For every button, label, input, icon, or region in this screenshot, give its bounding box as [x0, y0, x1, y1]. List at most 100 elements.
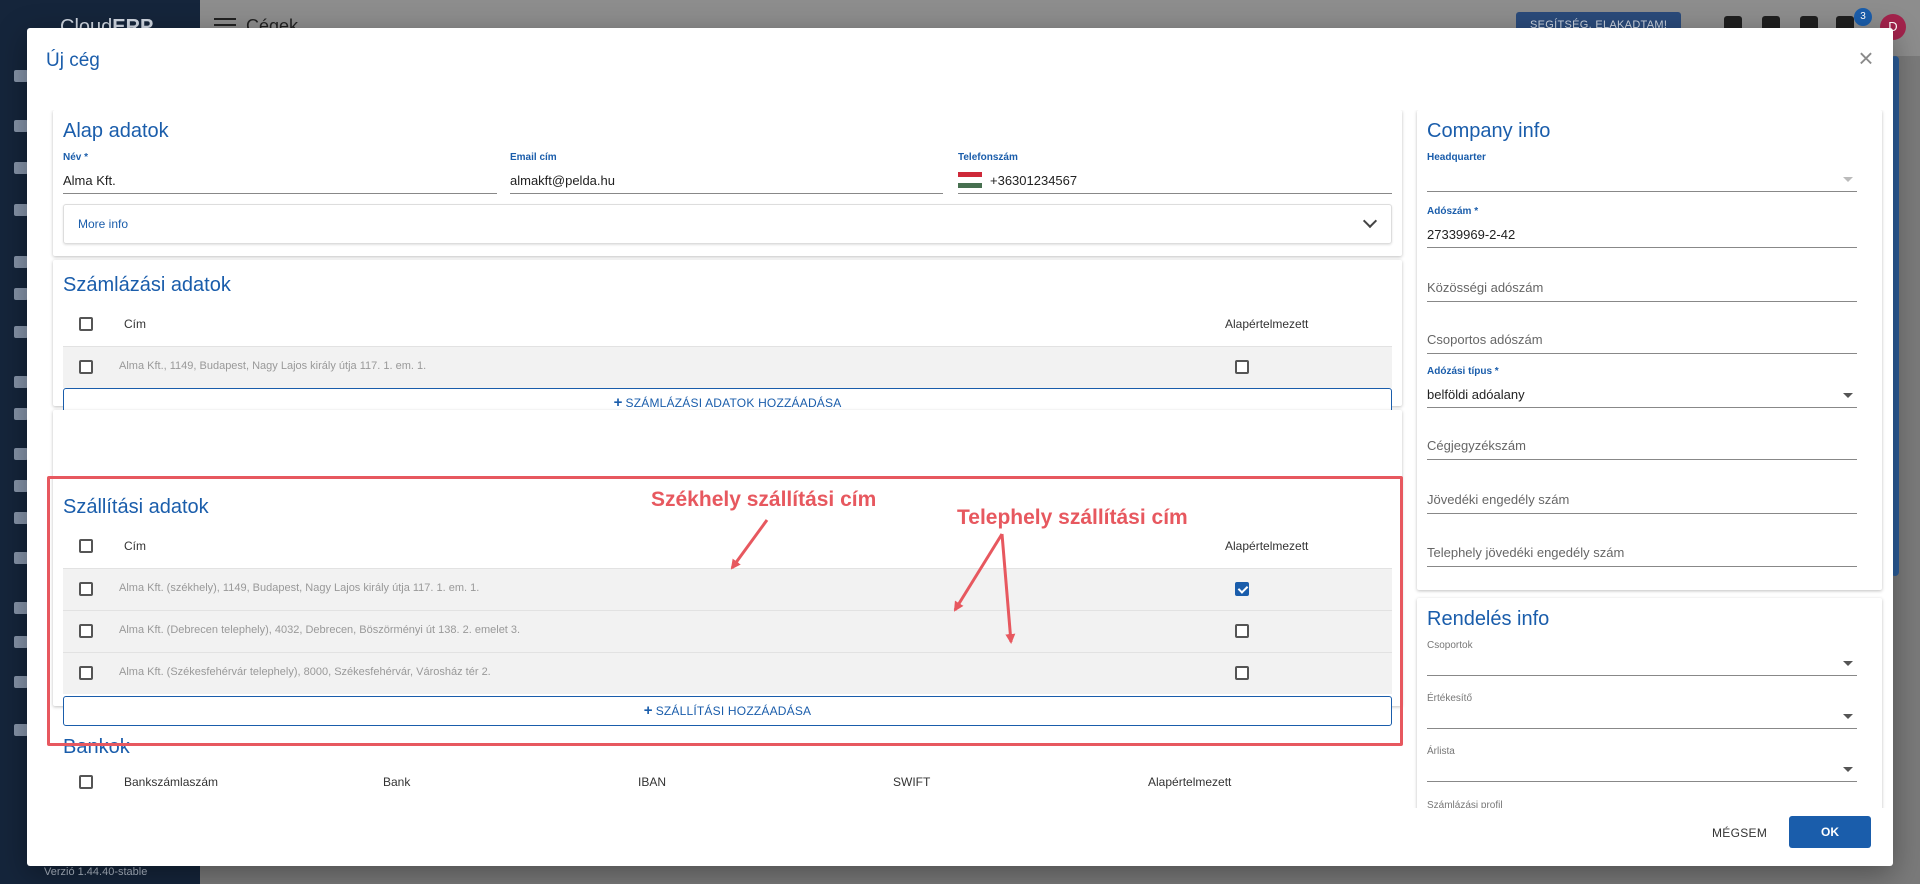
table-row[interactable]: Alma Kft. (Székesfehérvár telephely), 80… [63, 652, 1392, 694]
site-excise-placeholder: Telephely jövedéki engedély szám [1427, 545, 1625, 560]
billing-table-header: Cím Alapértelmezett [63, 302, 1392, 346]
company-reg-placeholder: Cégjegyzékszám [1427, 438, 1526, 453]
shipping-address-text: Alma Kft. (Székesfehérvár telephely), 80… [119, 666, 491, 678]
add-shipping-button[interactable]: + SZÁLLÍTÁSI HOZZÁADÁSA [63, 696, 1392, 726]
hungary-flag-icon[interactable] [958, 172, 982, 188]
billing-profile-select[interactable]: Számlázási profil [1427, 800, 1857, 808]
dropdown-arrow-icon [1843, 177, 1853, 182]
company-info-title: Company info [1427, 120, 1551, 142]
billing-card: Számlázási adatok Cím Alapértelmezett Al… [53, 260, 1402, 418]
users-icon[interactable] [14, 408, 28, 420]
groups-select[interactable]: Csoportok [1427, 640, 1857, 676]
order-info-card: Rendelés info Csoportok Értékesítő Árlis… [1417, 598, 1882, 808]
banks-col-iban: IBAN [638, 775, 667, 789]
group-tax-placeholder: Csoportos adószám [1427, 332, 1543, 347]
tax-number-field[interactable]: Adószám * 27339969-2-42 [1427, 206, 1857, 248]
company-reg-field[interactable]: Cégjegyzékszám [1427, 428, 1857, 460]
dashboard-icon[interactable] [14, 70, 28, 82]
default-checkbox[interactable] [1235, 624, 1249, 638]
email-field[interactable]: Email cím almakft@pelda.hu [510, 152, 943, 194]
file-icon[interactable] [14, 676, 28, 688]
document-icon[interactable] [14, 162, 28, 174]
shipping-select-all-checkbox[interactable] [79, 539, 93, 553]
shield-icon[interactable] [14, 512, 28, 524]
phone-value: +36301234567 [990, 173, 1078, 188]
table-row[interactable]: Alma Kft. (székhely), 1149, Budapest, Na… [63, 568, 1392, 610]
site-excise-field[interactable]: Telephely jövedéki engedély szám [1427, 535, 1857, 567]
pricelist-label: Árlista [1427, 746, 1455, 757]
default-checkbox-checked[interactable] [1235, 582, 1249, 596]
new-company-dialog: Új cég × Alap adatok Név * Alma Kft. Ema… [27, 28, 1893, 866]
dropdown-arrow-icon [1843, 661, 1853, 666]
truck-icon[interactable] [14, 288, 28, 300]
billing-profile-label: Számlázási profil [1427, 800, 1503, 808]
more-info-label: More info [78, 217, 129, 231]
row-checkbox[interactable] [79, 582, 93, 596]
dropdown-arrow-icon [1843, 767, 1853, 772]
phone-label: Telefonszám [958, 152, 1018, 163]
pricelist-select[interactable]: Árlista [1427, 746, 1857, 782]
close-icon[interactable]: × [1855, 45, 1877, 71]
shipping-title: Szállítási adatok [63, 496, 209, 518]
shipping-col-default: Alapértelmezett [1225, 539, 1309, 553]
notification-badge: 3 [1854, 8, 1872, 26]
billing-col-default: Alapértelmezett [1225, 317, 1309, 331]
chevron-down-icon [1362, 213, 1378, 229]
add-shipping-label: SZÁLLÍTÁSI HOZZÁADÁSA [655, 704, 812, 718]
building-icon[interactable] [14, 448, 28, 460]
dollar-icon[interactable] [14, 552, 28, 564]
grid-icon[interactable] [14, 636, 28, 648]
table-row[interactable]: Alma Kft., 1149, Budapest, Nagy Lajos ki… [63, 346, 1392, 388]
bank-icon[interactable] [14, 602, 28, 614]
community-tax-field[interactable]: Közösségi adószám [1427, 270, 1857, 302]
ok-button[interactable]: OK [1789, 816, 1871, 848]
headquarters-annotation: Székhely szállítási cím [651, 488, 877, 511]
phone-field[interactable]: Telefonszám +36301234567 [958, 152, 1392, 194]
row-checkbox[interactable] [79, 666, 93, 680]
dialog-footer: MÉGSEM OK [27, 808, 1893, 866]
banks-select-all-checkbox[interactable] [79, 775, 93, 789]
tax-type-value: belföldi adóalany [1427, 387, 1525, 402]
dialog-body: Alap adatok Név * Alma Kft. Email cím al… [27, 110, 1893, 808]
billing-address-text: Alma Kft., 1149, Budapest, Nagy Lajos ki… [119, 360, 427, 372]
cancel-button[interactable]: MÉGSEM [1712, 826, 1767, 840]
name-field[interactable]: Név * Alma Kft. [63, 152, 497, 194]
app-version: Verzió 1.44.40-stable [44, 866, 148, 878]
tax-type-select[interactable]: Adózási típus * belföldi adóalany [1427, 366, 1857, 408]
row-checkbox[interactable] [79, 360, 93, 374]
name-label: Név * [63, 152, 89, 163]
shipping-address-text: Alma Kft. (székhely), 1149, Budapest, Na… [119, 582, 480, 594]
order-info-title: Rendelés info [1427, 608, 1550, 630]
warehouse-icon[interactable] [14, 256, 28, 268]
dropdown-arrow-icon [1843, 393, 1853, 398]
gear-icon[interactable] [14, 724, 28, 736]
archive-icon[interactable] [14, 204, 28, 216]
tax-type-label: Adózási típus * [1427, 366, 1499, 377]
table-row[interactable]: Alma Kft. (Debrecen telephely), 4032, De… [63, 610, 1392, 652]
billing-select-all-checkbox[interactable] [79, 317, 93, 331]
headquarter-select[interactable]: Headquarter [1427, 152, 1857, 192]
group-tax-field[interactable]: Csoportos adószám [1427, 322, 1857, 354]
default-checkbox[interactable] [1235, 360, 1249, 374]
chart-icon[interactable] [14, 376, 28, 388]
factory-icon[interactable] [14, 326, 28, 338]
banks-col-bank: Bank [383, 775, 411, 789]
community-tax-placeholder: Közösségi adószám [1427, 280, 1544, 295]
email-label: Email cím [510, 152, 557, 163]
default-checkbox[interactable] [1235, 666, 1249, 680]
excise-field[interactable]: Jövedéki engedély szám [1427, 482, 1857, 514]
excise-placeholder: Jövedéki engedély szám [1427, 492, 1570, 507]
banks-table-header: Bankszámlaszám Bank IBAN SWIFT Alapértel… [63, 760, 1392, 804]
headquarter-label: Headquarter [1427, 152, 1486, 163]
groups-label: Csoportok [1427, 640, 1473, 651]
basic-data-title: Alap adatok [63, 120, 169, 142]
tax-number-label: Adószám * [1427, 206, 1479, 217]
cart-icon[interactable] [14, 120, 28, 132]
banks-title: Bankok [63, 736, 130, 758]
shipping-col-address: Cím [124, 539, 146, 553]
settings-cog-icon[interactable] [14, 480, 28, 492]
row-checkbox[interactable] [79, 624, 93, 638]
salesperson-select[interactable]: Értékesítő [1427, 693, 1857, 729]
more-info-accordion[interactable]: More info [63, 204, 1392, 244]
banks-col-default: Alapértelmezett [1148, 775, 1232, 789]
